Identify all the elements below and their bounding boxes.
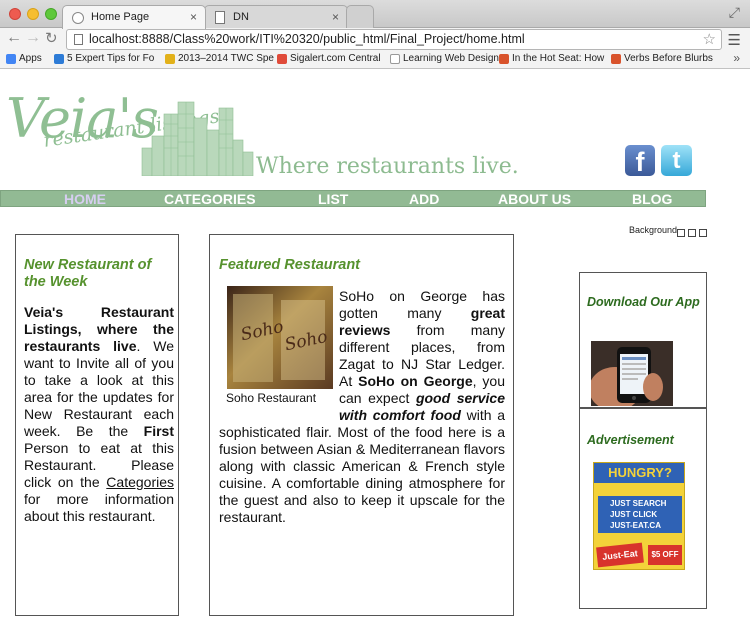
new-restaurant-panel: New Restaurant of the Week Veia's Restau… bbox=[15, 234, 179, 616]
site-icon bbox=[499, 54, 509, 64]
menu-icon[interactable]: ☰ bbox=[728, 31, 741, 49]
categories-link[interactable]: Categories bbox=[106, 474, 174, 490]
download-app-title: Download Our App bbox=[587, 295, 700, 309]
apps-grid-icon bbox=[6, 54, 16, 64]
background-label: Background bbox=[629, 225, 678, 235]
site-tagline: Where restaurants live. bbox=[256, 154, 519, 179]
bookmark-label: Verbs Before Blurbs bbox=[624, 53, 713, 64]
bookmark-verbs[interactable]: Verbs Before Blurbs bbox=[611, 53, 713, 64]
bookmarks-bar: Apps 5 Expert Tips for Fo 2013–2014 TWC … bbox=[0, 51, 750, 69]
ad-lines: JUST SEARCH JUST CLICK JUST-EAT.CA bbox=[598, 496, 682, 533]
bookmark-label: 5 Expert Tips for Fo bbox=[67, 53, 155, 64]
new-tab-button[interactable] bbox=[346, 5, 374, 28]
site-icon bbox=[611, 54, 621, 64]
page-icon bbox=[390, 54, 400, 64]
tab-title: DN bbox=[233, 11, 249, 23]
browser-toolbar: ← → ↻ localhost:8888/Class%20work/ITI%20… bbox=[0, 28, 750, 51]
just-eat-ad[interactable]: HUNGRY? JUST SEARCH JUST CLICK JUST-EAT.… bbox=[593, 462, 685, 570]
background-swatch-2[interactable] bbox=[688, 229, 696, 237]
page-icon bbox=[215, 11, 225, 24]
featured-title: Featured Restaurant bbox=[219, 257, 361, 273]
nav-categories[interactable]: CATEGORIES bbox=[164, 191, 256, 207]
nav-blog[interactable]: BLOG bbox=[632, 191, 672, 207]
close-tab-icon[interactable]: × bbox=[190, 10, 197, 24]
bookmark-label: In the Hot Seat: How bbox=[512, 53, 605, 64]
forward-arrow-icon[interactable]: → bbox=[25, 29, 41, 47]
background-swatch-1[interactable] bbox=[677, 229, 685, 237]
skyline-graphic bbox=[141, 101, 254, 176]
close-tab-icon[interactable]: × bbox=[332, 10, 339, 24]
featured-restaurant-panel: Featured Restaurant Soho Soho Soho Resta… bbox=[209, 234, 514, 616]
new-restaurant-title: New Restaurant of the Week bbox=[24, 257, 152, 290]
bookmark-twc[interactable]: 2013–2014 TWC Spe bbox=[165, 53, 274, 64]
tab-dn[interactable]: DN × bbox=[204, 5, 348, 28]
m-logo-icon bbox=[54, 54, 64, 64]
page-icon bbox=[74, 34, 83, 45]
bookmark-label: 2013–2014 TWC Spe bbox=[178, 53, 274, 64]
reload-icon[interactable]: ↻ bbox=[45, 29, 58, 47]
advertisement-panel: Advertisement HUNGRY? JUST SEARCH JUST C… bbox=[579, 408, 707, 609]
photo-float-spacer bbox=[219, 288, 339, 412]
zoom-window-button[interactable] bbox=[45, 8, 57, 20]
ad-brand: Just-Eat bbox=[596, 542, 644, 568]
bookmark-apps[interactable]: Apps bbox=[6, 53, 42, 64]
twc-icon bbox=[165, 54, 175, 64]
nav-about-us[interactable]: ABOUT US bbox=[498, 191, 571, 207]
tab-title: Home Page bbox=[91, 11, 150, 23]
ad-price-badge: $5 OFF bbox=[648, 545, 682, 565]
tab-home-page[interactable]: Home Page × bbox=[62, 5, 206, 29]
nav-add[interactable]: ADD bbox=[409, 191, 439, 207]
facebook-icon[interactable]: f bbox=[625, 145, 655, 177]
web-page: Veia's restaurant listings Where restaur… bbox=[0, 70, 750, 643]
bookmark-sigalert[interactable]: Sigalert.com Central bbox=[277, 53, 381, 64]
nav-list[interactable]: LIST bbox=[318, 191, 348, 207]
main-nav: HOME CATEGORIES LIST ADD ABOUT US BLOG bbox=[0, 190, 706, 207]
bookmark-hot-seat[interactable]: In the Hot Seat: How bbox=[499, 53, 604, 64]
advertisement-title: Advertisement bbox=[587, 433, 674, 447]
bookmarks-overflow-icon[interactable]: » bbox=[733, 51, 740, 65]
bookmark-label: Learning Web Design bbox=[403, 53, 499, 64]
minimize-window-button[interactable] bbox=[27, 8, 39, 20]
bookmark-star-icon[interactable]: ☆ bbox=[703, 30, 716, 48]
address-bar[interactable]: localhost:8888/Class%20work/ITI%20320/pu… bbox=[66, 29, 722, 50]
new-restaurant-text: Veia's Restaurant Listings, where the re… bbox=[24, 304, 174, 524]
background-swatch-3[interactable] bbox=[699, 229, 707, 237]
close-window-button[interactable] bbox=[9, 8, 21, 20]
ad-headline: HUNGRY? bbox=[594, 463, 684, 483]
bookmark-label: Apps bbox=[19, 53, 42, 64]
tab-strip: Home Page × DN × ⤢ bbox=[0, 0, 750, 29]
nav-home[interactable]: HOME bbox=[64, 191, 106, 207]
bookmark-learning-web-design[interactable]: Learning Web Design bbox=[390, 53, 499, 64]
sigalert-icon bbox=[277, 54, 287, 64]
fullscreen-icon[interactable]: ⤢ bbox=[729, 4, 740, 21]
download-app-panel: Download Our App bbox=[579, 272, 707, 408]
globe-icon bbox=[72, 12, 84, 24]
bookmark-expert-tips[interactable]: 5 Expert Tips for Fo bbox=[54, 53, 154, 64]
bookmark-label: Sigalert.com Central bbox=[290, 53, 381, 64]
app-phone-image[interactable] bbox=[591, 341, 673, 406]
url-text: localhost:8888/Class%20work/ITI%20320/pu… bbox=[89, 32, 525, 46]
twitter-icon[interactable]: t bbox=[661, 145, 692, 176]
back-arrow-icon[interactable]: ← bbox=[6, 29, 22, 47]
